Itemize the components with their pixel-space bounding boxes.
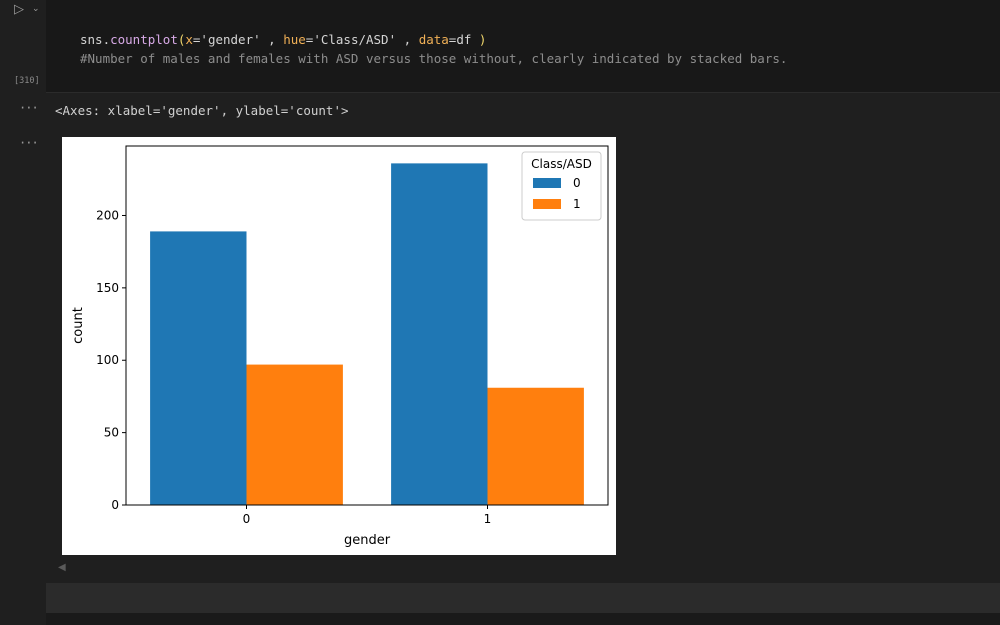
code-token-paren: ) [478, 32, 487, 47]
countplot-figure: 0 50 100 150 200 0 1 gender count Class/ASD 0 1 [62, 137, 616, 555]
code-token-string: ='gender' , [192, 32, 284, 47]
bar-1-class-1 [487, 387, 584, 505]
legend-swatch-1 [533, 199, 561, 209]
code-token-keyword: x [185, 32, 193, 47]
output-text: <Axes: xlabel='gender', ylabel='count'> [55, 103, 349, 118]
code-token: =df [448, 32, 479, 47]
output-more-icon[interactable]: ··· [19, 101, 39, 115]
y-tick-label: 200 [96, 208, 119, 222]
code-comment[interactable]: #Number of males and females with ASD ve… [80, 51, 787, 66]
output-more-icon[interactable]: ··· [19, 136, 39, 150]
y-tick-label: 150 [96, 281, 119, 295]
x-tick-label: 1 [484, 512, 492, 526]
countplot-chart: 0 50 100 150 200 0 1 gender count Class/ASD 0 1 [71, 145, 609, 548]
scroll-left-icon[interactable]: ◀ [58, 562, 66, 573]
bar-0-class-0 [150, 231, 247, 505]
x-tick-label: 0 [243, 512, 251, 526]
notebook-bottom-strip [46, 613, 1000, 625]
x-axis-label: gender [344, 533, 391, 548]
cell-gutter: ▷ ⌄ [310] ··· ··· [0, 0, 46, 625]
chevron-down-icon[interactable]: ⌄ [32, 4, 40, 14]
code-token-string: ='Class/ASD' , [305, 32, 419, 47]
code-token-function: countplot [110, 32, 178, 47]
legend-label-1: 1 [573, 197, 581, 211]
run-cell-button[interactable]: ▷ ⌄ [14, 2, 44, 21]
bar-0-class-1 [246, 364, 343, 505]
cell-output: <Axes: xlabel='gender', ylabel='count'> … [46, 93, 1000, 583]
legend-swatch-0 [533, 178, 561, 188]
legend-title: Class/ASD [531, 157, 592, 171]
y-axis-label: count [71, 307, 86, 344]
next-cell-area[interactable] [46, 583, 1000, 613]
y-tick-label: 100 [96, 353, 119, 367]
y-tick-label: 50 [104, 426, 119, 440]
code-line-1[interactable]: sns.countplot(x='gender' , hue='Class/AS… [80, 32, 486, 47]
execution-count: [310] [14, 76, 40, 86]
play-icon: ▷ [14, 2, 24, 17]
bar-1-class-0 [391, 163, 488, 505]
code-token-keyword: data [418, 32, 449, 47]
code-cell-editor[interactable]: sns.countplot(x='gender' , hue='Class/AS… [46, 0, 1000, 93]
y-tick-label: 0 [111, 498, 119, 512]
code-token: sns. [80, 32, 111, 47]
legend-label-0: 0 [573, 176, 581, 190]
code-token-keyword: hue [283, 32, 306, 47]
